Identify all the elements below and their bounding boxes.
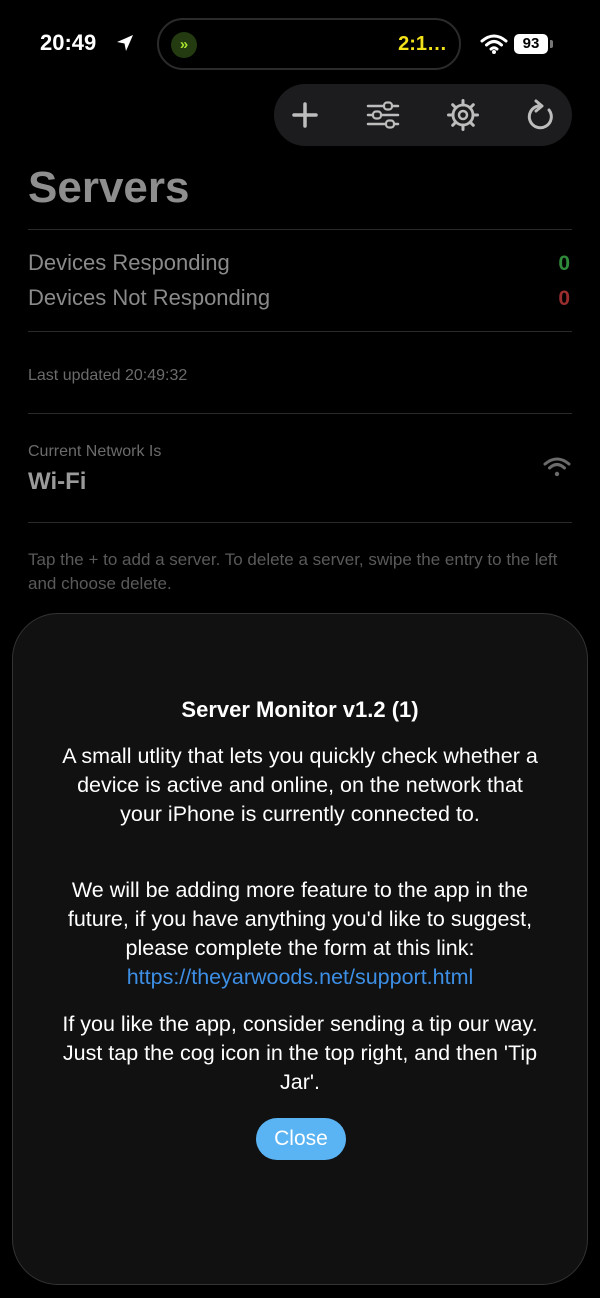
- feedback-paragraph: We will be adding more feature to the ap…: [55, 876, 545, 992]
- settings-button[interactable]: [443, 95, 483, 135]
- add-server-button[interactable]: [285, 95, 325, 135]
- filter-button[interactable]: [363, 95, 403, 135]
- status-time: 20:49: [40, 30, 97, 55]
- dynamic-island[interactable]: » 2:1…: [157, 18, 461, 70]
- page-title: Servers: [28, 163, 190, 212]
- divider: [28, 229, 572, 230]
- about-sheet: Server Monitor v1.2 (1) A small utlity t…: [12, 613, 588, 1285]
- location-arrow-icon: [117, 35, 133, 51]
- feedback-text: We will be adding more feature to the ap…: [67, 878, 533, 960]
- island-timer: 2:1…: [398, 33, 447, 55]
- network-value: Wi-Fi: [28, 468, 87, 495]
- tip-paragraph: If you like the app, consider sending a …: [62, 1012, 538, 1094]
- toolbar: [274, 84, 572, 146]
- about-description: A small utlity that lets you quickly che…: [62, 744, 538, 826]
- devices-not-responding-label: Devices Not Responding: [28, 285, 271, 310]
- devices-responding-count: 0: [558, 252, 570, 275]
- close-button[interactable]: Close: [256, 1118, 346, 1160]
- devices-not-responding-count: 0: [558, 287, 570, 310]
- gear-icon: [447, 99, 479, 131]
- divider: [28, 413, 572, 414]
- forward-arrows-icon: »: [171, 32, 197, 58]
- about-title: Server Monitor v1.2 (1): [181, 697, 419, 722]
- devices-responding-label: Devices Responding: [28, 250, 230, 275]
- wifi-status-icon: [480, 34, 508, 54]
- wifi-network-icon: [543, 457, 571, 477]
- battery-level: 93: [514, 34, 548, 54]
- network-label: Current Network Is: [28, 443, 162, 460]
- divider: [28, 331, 572, 332]
- divider: [28, 522, 572, 523]
- last-updated-text: Last updated 20:49:32: [28, 367, 188, 384]
- add-icon: [292, 102, 318, 128]
- refresh-icon: [527, 99, 553, 130]
- battery-nub: [550, 40, 553, 48]
- refresh-button[interactable]: [521, 95, 561, 135]
- support-link[interactable]: https://theyarwoods.net/support.html: [55, 963, 545, 992]
- filter-sliders-icon: [366, 101, 400, 129]
- hint-text: Tap the + to add a server. To delete a s…: [28, 550, 558, 593]
